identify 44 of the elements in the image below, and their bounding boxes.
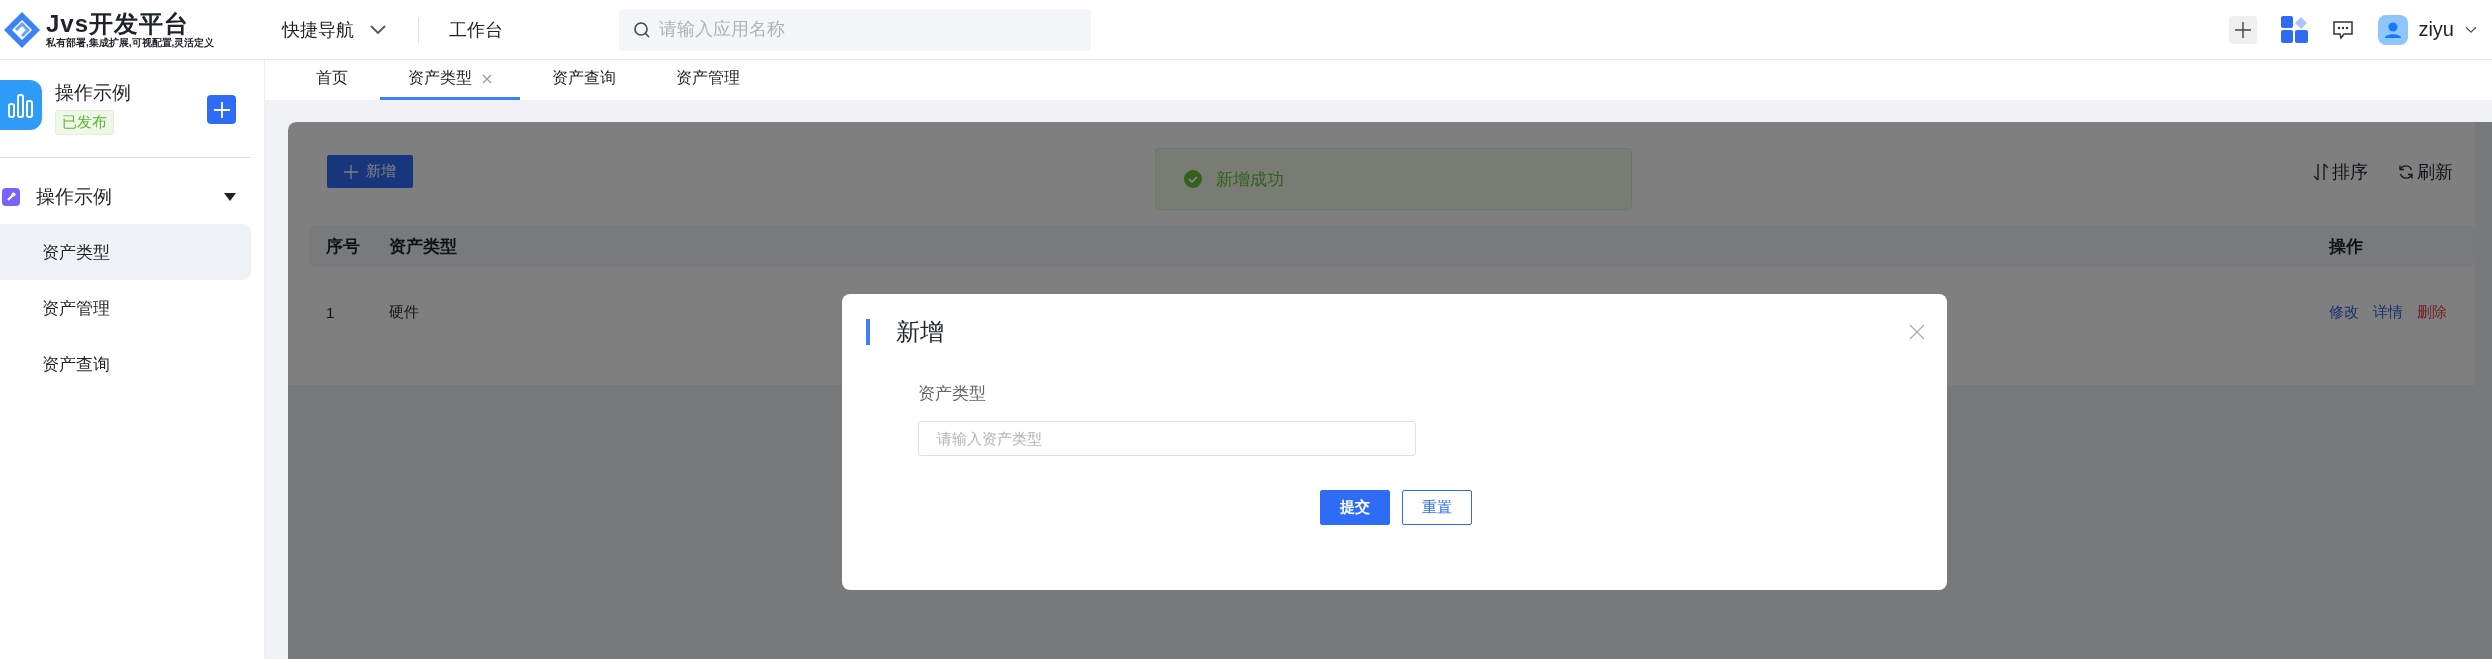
input-field[interactable]: 请输入资产类型 <box>918 421 1416 456</box>
toast-text: 新增成功 <box>1216 168 1284 191</box>
plus-icon <box>344 164 358 179</box>
close-icon[interactable] <box>482 73 492 84</box>
add-button[interactable] <box>207 95 236 124</box>
sort-button[interactable]: 排序 <box>2313 159 2368 184</box>
sidebar-item[interactable]: 资产管理 <box>0 280 251 336</box>
refresh-icon <box>2398 163 2414 180</box>
user-menu[interactable]: ziyu <box>2378 14 2478 45</box>
plus-icon <box>212 100 231 119</box>
nav-dropdown[interactable]: 快捷导航 <box>282 17 388 42</box>
tab[interactable]: 资产查询 <box>524 60 644 100</box>
app-logo-title: Jvs开发平台 <box>46 10 191 37</box>
tab[interactable]: 首页 <box>288 60 376 100</box>
reset-button[interactable]: 重置 <box>1401 490 1472 525</box>
column-header: 操作 <box>2313 225 2475 267</box>
column-header: 资产类型 <box>373 225 2313 267</box>
tab[interactable]: 资产管理 <box>648 60 768 100</box>
search-field[interactable]: 请输入应用名称 <box>619 8 1091 51</box>
app-name: 操作示例 <box>55 81 132 105</box>
chat-icon[interactable] <box>2332 18 2355 41</box>
nav-link[interactable]: 工作台 <box>449 17 503 42</box>
avatar-icon <box>2378 14 2409 45</box>
table-cell: 1 <box>326 303 335 321</box>
status-badge: 已发布 <box>55 110 114 135</box>
sort-icon <box>2313 162 2329 181</box>
table-cell: 硬件 <box>389 302 419 320</box>
logo-slogan: 私有部署,集成扩展,可视配置,灵活定义 <box>46 36 215 49</box>
submit-button[interactable]: 提交 <box>1319 490 1390 525</box>
column-header: 序号 <box>310 225 373 267</box>
logo-icon <box>2 9 42 50</box>
field-label: 资产类型 <box>918 383 987 405</box>
plus-icon <box>2234 20 2253 39</box>
caret-icon <box>224 193 236 201</box>
add-button[interactable] <box>2229 15 2258 44</box>
bar-chart-icon <box>7 92 35 118</box>
wrench-icon <box>2 188 20 206</box>
apps-grid-icon[interactable] <box>2281 16 2309 43</box>
sidebar-item[interactable]: 资产类型 <box>0 224 251 280</box>
sidebar-item[interactable]: 资产查询 <box>0 336 251 392</box>
menu-group[interactable]: 操作示例 <box>0 158 251 224</box>
refresh-button[interactable]: 刷新 <box>2398 159 2453 184</box>
check-circle-icon <box>1184 170 1202 188</box>
dialog-title: 新增 <box>896 317 945 347</box>
